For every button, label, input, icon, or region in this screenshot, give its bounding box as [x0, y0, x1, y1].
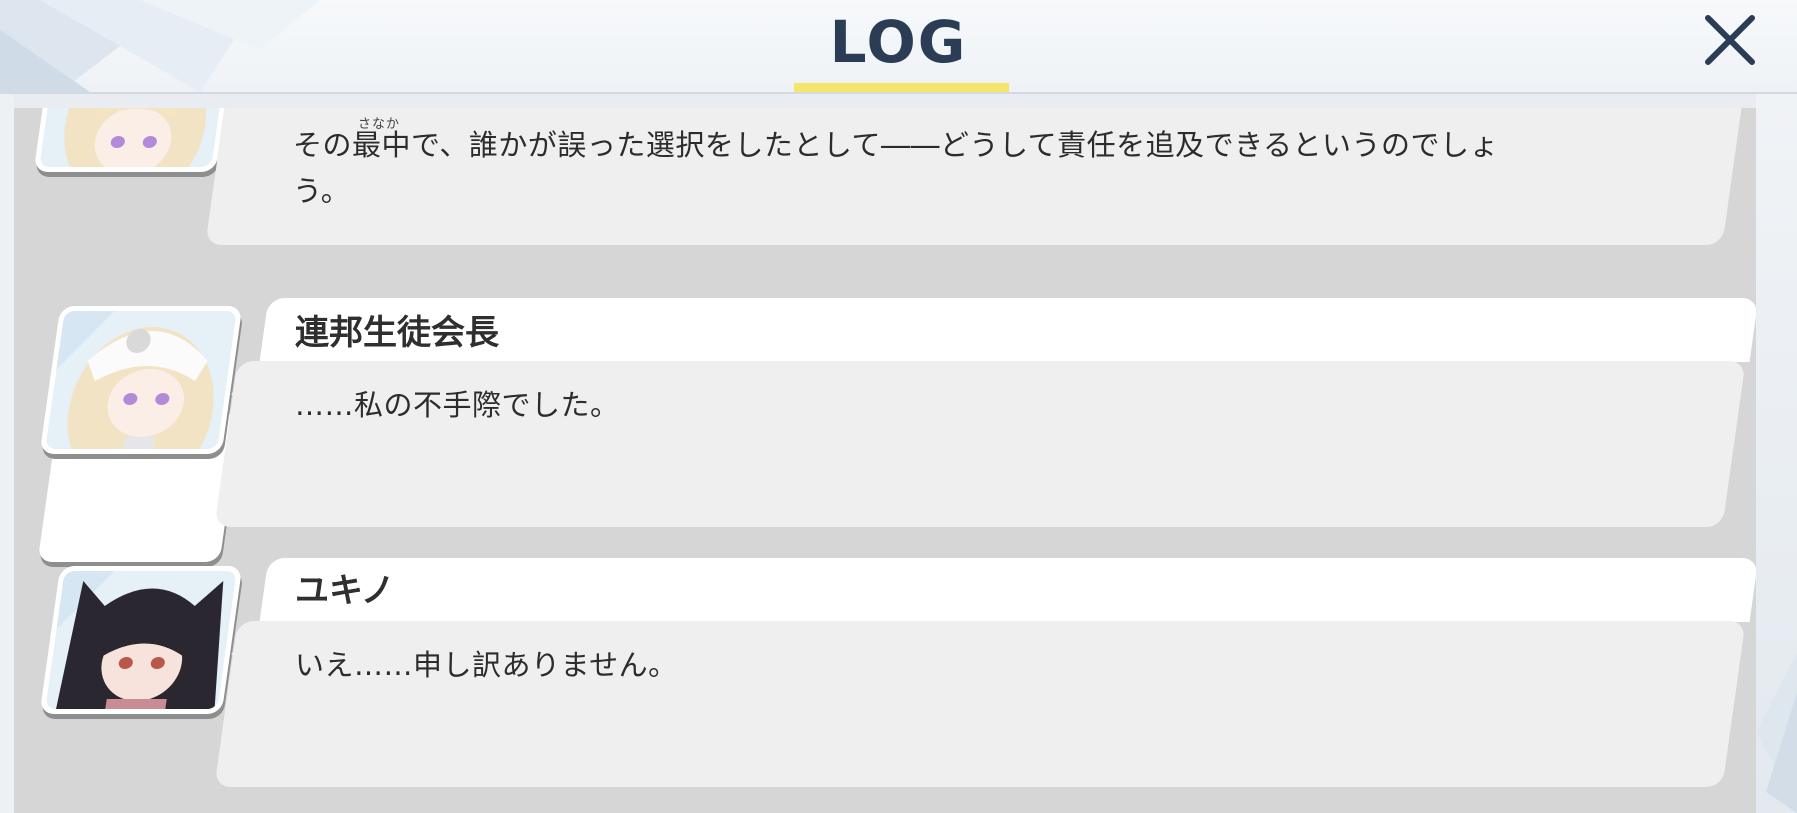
- bubble-pointer: [231, 380, 249, 408]
- white-haired-girl-portrait: [39, 108, 231, 167]
- close-icon: [1705, 15, 1755, 65]
- message-text: その最中で、誰かが誤った選択をしたとして――どうして責任を追及できるというのでし…: [293, 128, 1500, 208]
- page-title: LOG: [829, 8, 968, 76]
- bubble-pointer: [231, 108, 249, 134]
- speaker-portrait: [39, 306, 243, 454]
- log-header: LOG: [0, 0, 1797, 94]
- left-frame: [0, 92, 14, 813]
- speaker-portrait: [33, 108, 237, 172]
- speaker-portrait: [39, 566, 243, 714]
- right-frame: [1756, 92, 1797, 813]
- title-underline: [794, 83, 1009, 92]
- log-list[interactable]: さなか その最中で、誰かが誤った選択をしたとして――どうして責任を追及できるとい…: [14, 108, 1756, 813]
- log-entry: さなか その最中で、誰かが誤った選択をしたとして――どうして責任を追及できるとい…: [14, 108, 1756, 283]
- name-plate: [259, 558, 1756, 622]
- message-text: いえ……申し訳ありません。: [295, 648, 678, 682]
- speaker-name: ユキノ: [295, 571, 395, 611]
- speaker-name: 連邦生徒会長: [295, 313, 499, 353]
- close-button[interactable]: [1700, 10, 1760, 70]
- bubble-pointer: [231, 640, 249, 668]
- message-text: ……私の不手際でした。: [295, 388, 620, 422]
- white-haired-girl-portrait: [45, 311, 237, 449]
- black-haired-girl-portrait: [45, 571, 237, 709]
